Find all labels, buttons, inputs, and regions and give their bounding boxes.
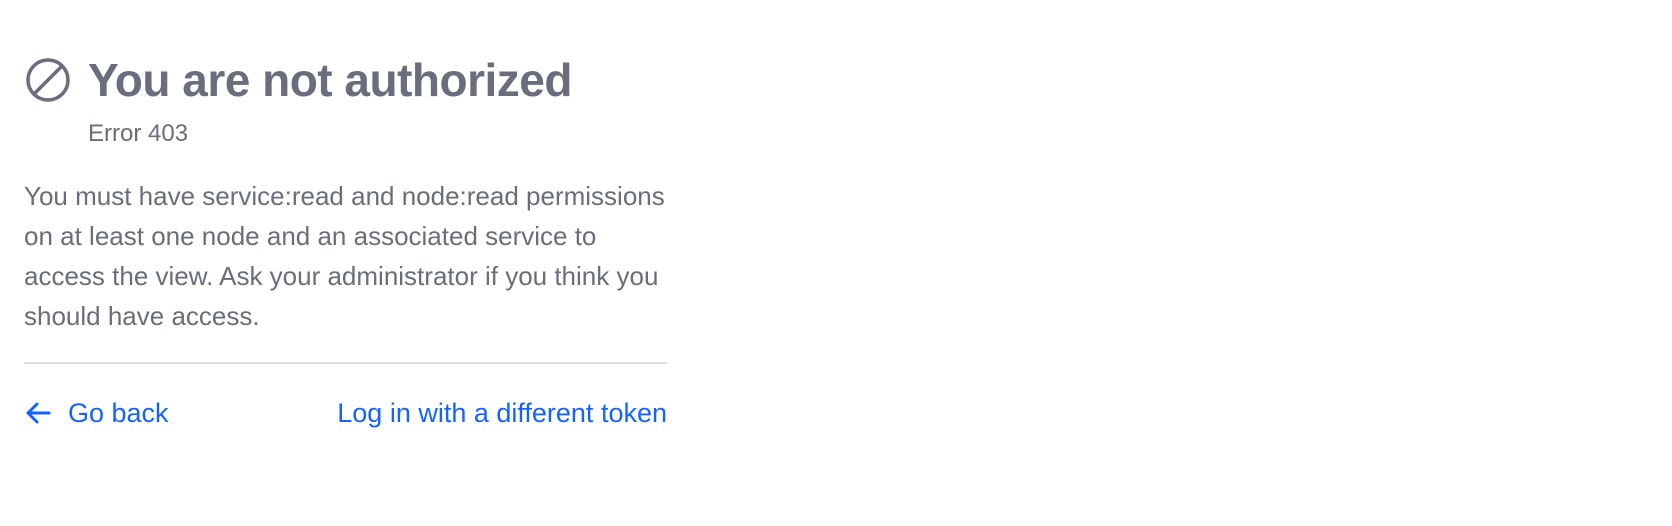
error-panel: You are not authorized Error 403 You mus… — [24, 50, 670, 430]
title-row: You are not authorized — [24, 50, 670, 110]
different-token-label: Log in with a different token — [337, 397, 667, 428]
error-code: Error 403 — [88, 120, 189, 147]
not-allowed-icon — [26, 58, 70, 102]
actions-row: Go back Log in with a different token — [24, 396, 667, 430]
divider — [24, 362, 667, 364]
go-back-link[interactable]: Go back — [24, 398, 169, 429]
different-token-link[interactable]: Log in with a different token — [337, 398, 667, 429]
page-title: You are not authorized — [88, 54, 572, 106]
error-description: You must have service:read and node:read… — [24, 181, 665, 331]
go-back-label: Go back — [68, 397, 169, 428]
arrow-left-icon — [26, 402, 51, 424]
